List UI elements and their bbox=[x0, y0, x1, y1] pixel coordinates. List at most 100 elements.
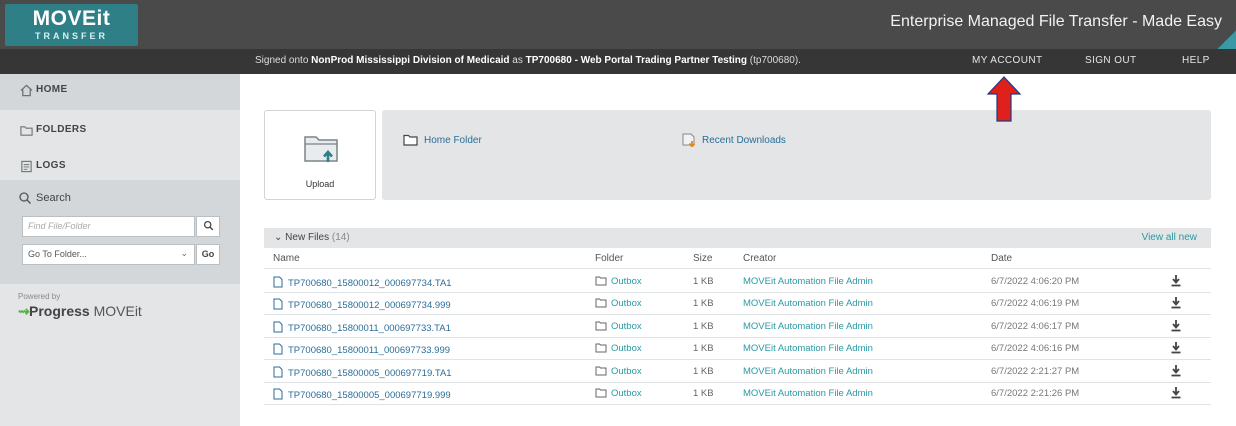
file-icon bbox=[273, 276, 283, 288]
folder-name: Outbox bbox=[611, 321, 642, 332]
download-icon[interactable] bbox=[1170, 319, 1182, 332]
download-icon[interactable] bbox=[1170, 341, 1182, 354]
column-header-size[interactable]: Size bbox=[693, 253, 712, 264]
search-label: Search bbox=[36, 192, 71, 204]
file-icon bbox=[273, 366, 283, 378]
file-name-link[interactable]: TP700680_15800012_000697734.999 bbox=[273, 298, 451, 311]
file-date: 6/7/2022 2:21:27 PM bbox=[991, 366, 1080, 377]
folder-name: Outbox bbox=[611, 388, 642, 399]
new-files-label: New Files bbox=[285, 232, 330, 243]
progress-mark-icon: ⇝ bbox=[18, 303, 30, 319]
file-name-link[interactable]: TP700680_15800012_000697734.TA1 bbox=[273, 276, 452, 289]
folder-link[interactable]: Outbox bbox=[595, 343, 642, 354]
file-date: 6/7/2022 4:06:20 PM bbox=[991, 276, 1080, 287]
home-folder-link[interactable]: Home Folder bbox=[424, 135, 482, 146]
creator-name: MOVEit Automation File Admin bbox=[743, 276, 873, 287]
progress-moveit-logo: ⇝Progress MOVEit bbox=[18, 303, 142, 319]
upload-folder-icon bbox=[304, 136, 338, 162]
chevron-down-icon: ⌄ bbox=[274, 232, 283, 243]
search-button[interactable] bbox=[196, 216, 220, 237]
search-panel: Search Find File/Folder Go To Folder... … bbox=[0, 180, 240, 284]
new-files-count: (14) bbox=[331, 232, 350, 243]
download-icon[interactable] bbox=[1170, 386, 1182, 399]
annotation-arrow-icon bbox=[986, 76, 1022, 122]
file-date: 6/7/2022 4:06:17 PM bbox=[991, 321, 1080, 332]
folder-icon bbox=[595, 388, 607, 398]
new-files-title[interactable]: ⌄ New Files (14) bbox=[274, 232, 350, 243]
folder-link[interactable]: Outbox bbox=[595, 276, 642, 287]
recent-downloads-link[interactable]: Recent Downloads bbox=[702, 135, 786, 146]
chevron-down-icon: ⌄ bbox=[180, 248, 188, 258]
signed-prefix: Signed onto bbox=[255, 55, 312, 66]
folder-icon bbox=[595, 276, 607, 286]
folder-link[interactable]: Outbox bbox=[595, 366, 642, 377]
go-button[interactable]: Go bbox=[196, 244, 220, 265]
find-file-folder-input[interactable]: Find File/Folder bbox=[22, 216, 195, 237]
folder-icon bbox=[20, 126, 33, 136]
header-divider bbox=[264, 268, 1211, 269]
folder-name: Outbox bbox=[611, 298, 642, 309]
sidebar-item-label: LOGS bbox=[36, 160, 66, 171]
sign-out-link[interactable]: SIGN OUT bbox=[1085, 55, 1137, 66]
column-header-folder[interactable]: Folder bbox=[595, 253, 623, 264]
top-header: MOVEit TRANSFER Enterprise Managed File … bbox=[0, 0, 1236, 49]
table-row[interactable]: TP700680_15800005_000697719.999 Outbox 1 K… bbox=[264, 382, 1211, 404]
new-files-header[interactable]: ⌄ New Files (14) View all new bbox=[264, 228, 1211, 248]
table-row[interactable]: TP700680_15800012_000697734.999 Outbox 1 K… bbox=[264, 292, 1211, 314]
file-icon bbox=[273, 388, 283, 400]
upload-button[interactable]: Upload bbox=[264, 110, 376, 200]
file-size: 1 KB bbox=[693, 366, 714, 377]
download-icon[interactable] bbox=[1170, 296, 1182, 309]
signed-on-bar: Signed onto NonProd Mississippi Division… bbox=[0, 49, 1236, 74]
file-icon bbox=[273, 343, 283, 355]
home-icon bbox=[20, 84, 33, 97]
column-header-name[interactable]: Name bbox=[273, 253, 300, 264]
file-size: 1 KB bbox=[693, 388, 714, 399]
folder-icon bbox=[595, 343, 607, 353]
signed-org: NonProd Mississippi Division of Medicaid bbox=[311, 55, 510, 66]
go-to-folder-select[interactable]: Go To Folder... ⌄ bbox=[22, 244, 195, 265]
file-name-link[interactable]: TP700680_15800005_000697719.TA1 bbox=[273, 366, 452, 379]
sidebar-item-folders[interactable]: FOLDERS bbox=[0, 114, 240, 150]
file-name-link[interactable]: TP700680_15800005_000697719.999 bbox=[273, 388, 451, 401]
folder-link[interactable]: Outbox bbox=[595, 321, 642, 332]
table-row[interactable]: TP700680_15800012_000697734.TA1 Outbox 1 K… bbox=[264, 270, 1211, 292]
file-date: 6/7/2022 2:21:26 PM bbox=[991, 388, 1080, 399]
logo-sub-text: TRANSFER bbox=[35, 31, 108, 41]
header-accent bbox=[1218, 30, 1236, 49]
table-row[interactable]: TP700680_15800011_000697733.TA1 Outbox 1 K… bbox=[264, 315, 1211, 337]
column-header-date[interactable]: Date bbox=[991, 253, 1012, 264]
row-divider bbox=[264, 404, 1211, 405]
tagline: Enterprise Managed File Transfer - Made … bbox=[890, 13, 1222, 30]
file-name-link[interactable]: TP700680_15800011_000697733.999 bbox=[273, 343, 450, 356]
creator-name: MOVEit Automation File Admin bbox=[743, 343, 873, 354]
file-size: 1 KB bbox=[693, 298, 714, 309]
column-header-creator[interactable]: Creator bbox=[743, 253, 776, 264]
my-account-link[interactable]: MY ACCOUNT bbox=[972, 55, 1043, 66]
table-row[interactable]: TP700680_15800011_000697733.999 Outbox 1 K… bbox=[264, 337, 1211, 359]
home-folder-icon bbox=[403, 134, 418, 146]
moveit-logo[interactable]: MOVEit TRANSFER bbox=[5, 4, 138, 46]
signed-suffix: (tp700680). bbox=[747, 55, 801, 66]
folder-link[interactable]: Outbox bbox=[595, 388, 642, 399]
creator-name: MOVEit Automation File Admin bbox=[743, 366, 873, 377]
file-icon bbox=[273, 298, 283, 310]
table-row[interactable]: TP700680_15800005_000697719.TA1 Outbox 1 K… bbox=[264, 360, 1211, 382]
folder-link[interactable]: Outbox bbox=[595, 298, 642, 309]
download-icon[interactable] bbox=[1170, 274, 1182, 287]
file-name: TP700680_15800011_000697733.999 bbox=[288, 345, 451, 356]
signed-on-text: Signed onto NonProd Mississippi Division… bbox=[255, 55, 801, 66]
folder-icon bbox=[595, 298, 607, 308]
file-name: TP700680_15800005_000697719.TA1 bbox=[288, 368, 452, 379]
brand-product: MOVEit bbox=[89, 303, 142, 319]
download-icon[interactable] bbox=[1170, 364, 1182, 377]
view-all-new-link[interactable]: View all new bbox=[1142, 232, 1197, 243]
help-link[interactable]: HELP bbox=[1182, 55, 1210, 66]
file-name-link[interactable]: TP700680_15800011_000697733.TA1 bbox=[273, 321, 451, 334]
file-name: TP700680_15800011_000697733.TA1 bbox=[288, 323, 451, 334]
sidebar-item-home[interactable]: HOME bbox=[0, 74, 240, 110]
folder-name: Outbox bbox=[611, 343, 642, 354]
creator-name: MOVEit Automation File Admin bbox=[743, 321, 873, 332]
file-name: TP700680_15800012_000697734.999 bbox=[288, 300, 451, 311]
file-date: 6/7/2022 4:06:16 PM bbox=[991, 343, 1080, 354]
